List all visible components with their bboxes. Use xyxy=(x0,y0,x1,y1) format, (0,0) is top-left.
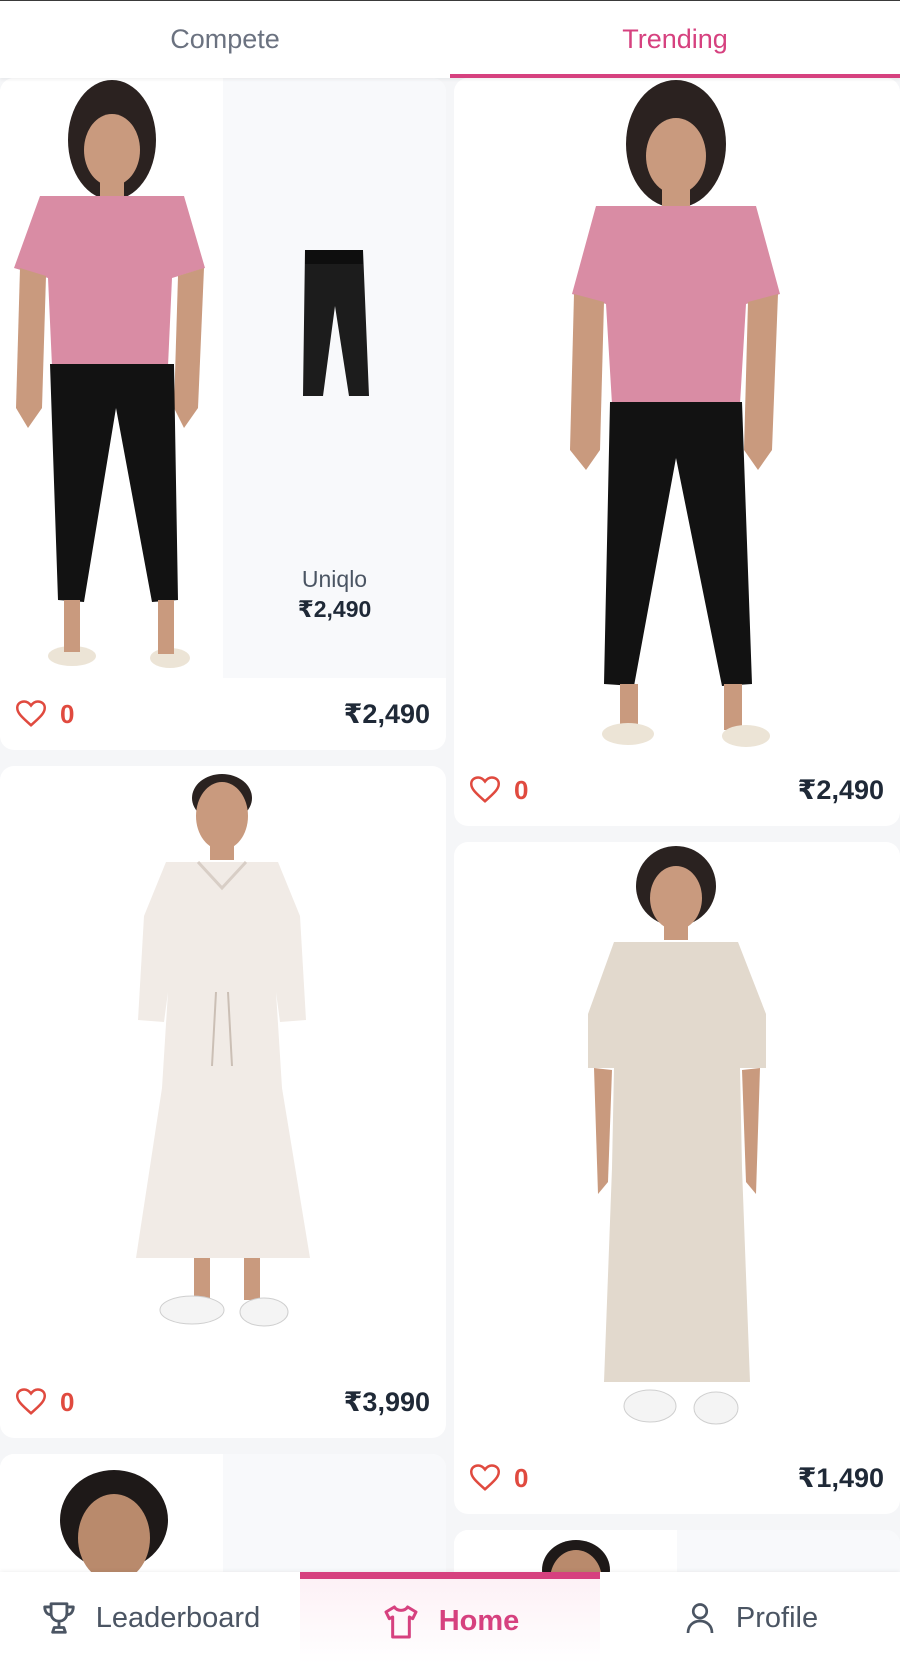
card-footer: 0 ₹2,490 xyxy=(0,678,446,750)
heart-icon xyxy=(470,776,500,803)
nav-profile[interactable]: Profile xyxy=(600,1572,900,1664)
nav-home-label: Home xyxy=(438,1605,520,1637)
card-footer: 0 ₹2,490 xyxy=(454,754,900,826)
tshirt-icon xyxy=(384,1605,418,1638)
like-count: 0 xyxy=(514,774,529,805)
heart-icon xyxy=(16,700,46,727)
like-count: 0 xyxy=(60,698,75,729)
card-price: ₹2,490 xyxy=(797,774,884,805)
model-image xyxy=(454,842,900,1442)
like-button[interactable]: 0 xyxy=(16,699,74,730)
brand-name: Uniqlo xyxy=(301,566,368,592)
like-button[interactable]: 0 xyxy=(470,1463,528,1494)
outfit-card[interactable]: 0 ₹2,490 xyxy=(454,78,900,826)
model-image xyxy=(0,78,223,678)
card-footer: 0 ₹1,490 xyxy=(454,1442,900,1514)
user-icon xyxy=(686,1603,714,1634)
card-price: ₹2,490 xyxy=(343,698,430,729)
like-count: 0 xyxy=(514,1462,529,1493)
like-button[interactable]: 0 xyxy=(16,1387,74,1418)
heart-icon xyxy=(16,1388,46,1415)
outfit-card[interactable]: 0 ₹1,490 xyxy=(454,842,900,1514)
tab-compete[interactable]: Compete xyxy=(0,1,450,78)
card-price: ₹3,990 xyxy=(343,1386,430,1417)
outfit-card[interactable]: Uniqlo ₹2,490 0 ₹2,490 xyxy=(0,78,446,750)
tab-trending[interactable]: Trending xyxy=(450,1,900,78)
nav-leaderboard-label: Leaderboard xyxy=(95,1601,261,1634)
item-price: ₹2,490 xyxy=(297,596,372,622)
like-count: 0 xyxy=(60,1386,75,1417)
card-footer: 0 ₹3,990 xyxy=(0,1366,446,1438)
model-image xyxy=(454,78,900,754)
model-image xyxy=(0,766,446,1366)
heart-icon xyxy=(470,1464,500,1491)
nav-profile-label: Profile xyxy=(735,1601,819,1634)
tab-compete-label: Compete xyxy=(170,24,280,54)
like-button[interactable]: 0 xyxy=(470,775,528,806)
product-image-panel: Uniqlo ₹2,490 xyxy=(223,78,446,678)
trophy-icon xyxy=(43,1602,75,1634)
nav-leaderboard[interactable]: Leaderboard xyxy=(0,1572,300,1664)
bottom-navigation: Leaderboard Home Profile xyxy=(0,1572,900,1664)
tab-trending-label: Trending xyxy=(622,24,728,54)
nav-home[interactable]: Home xyxy=(300,1572,600,1664)
card-price: ₹1,490 xyxy=(797,1462,884,1493)
top-tab-bar: Compete Trending xyxy=(0,0,900,78)
outfit-card[interactable]: 0 ₹3,990 xyxy=(0,766,446,1438)
